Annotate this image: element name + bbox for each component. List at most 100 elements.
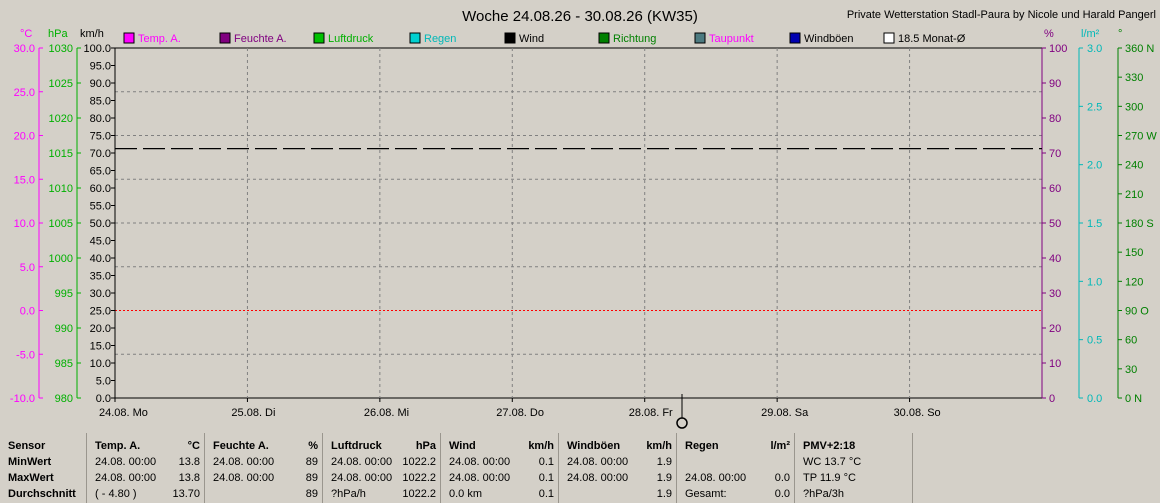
direction-axis-tick-label: 270 W	[1125, 131, 1157, 143]
direction-axis-tick-label: 30	[1125, 364, 1137, 376]
stats-col-empty	[912, 433, 1160, 503]
x-tick-label: 30.08. So	[894, 407, 941, 419]
humidity-axis-tick-label: 50	[1049, 218, 1061, 230]
wind-axis-tick-label: 80.0	[90, 113, 111, 125]
stats-time: 24.08. 00:00	[331, 456, 393, 468]
humidity-axis-unit: %	[1044, 28, 1054, 40]
legend-swatch	[789, 32, 801, 44]
direction-axis-unit: °	[1118, 28, 1122, 40]
pressure-axis-tick-label: 1010	[49, 183, 73, 195]
pressure-axis-tick-label: 985	[55, 358, 73, 370]
wind-axis-tick-label: 75.0	[90, 131, 111, 143]
legend-swatch	[123, 32, 135, 44]
stats-time: 24.08. 00:00	[449, 456, 511, 468]
weather-chart: Woche 24.08.26 - 30.08.26 (KW35) Private…	[10, 8, 1157, 429]
stats-value: 1.9	[656, 456, 672, 468]
stats-time: 24.08. 00:00	[449, 472, 511, 484]
legend-swatch	[504, 32, 516, 44]
temp-axis-tick-label: 0.0	[20, 306, 35, 318]
direction-axis-tick-label: 240	[1125, 160, 1143, 172]
wind-axis-tick-label: 25.0	[90, 306, 111, 318]
pressure-axis-tick-label: 1020	[49, 113, 73, 125]
wind-axis-tick-label: 90.0	[90, 78, 111, 90]
humidity-axis-tick-label: 10	[1049, 358, 1061, 370]
wind-axis-tick-label: 20.0	[90, 323, 111, 335]
pressure-axis-unit: hPa	[48, 28, 68, 40]
pressure-axis-tick-label: 1030	[49, 43, 73, 55]
stats-col-gust: Windböen km/h 24.08. 00:00 1.9 24.08. 00…	[558, 433, 677, 503]
stats-unit: hPa	[415, 440, 436, 452]
x-tick-label: 28.08. Fr	[629, 407, 673, 419]
wind-axis-tick-label: 40.0	[90, 253, 111, 265]
legend: Temp. A. Feuchte A. Luftdruck Regen Wind Rich…	[123, 32, 966, 45]
stats-header: Luftdruck	[331, 440, 382, 452]
rain-axis-tick-label: 0.0	[1087, 393, 1102, 405]
direction-axis-tick-label: 210	[1125, 189, 1143, 201]
wind-axis-tick-label: 50.0	[90, 218, 111, 230]
stats-unit: %	[308, 440, 318, 452]
pressure-axis-tick-label: 990	[55, 323, 73, 335]
humidity-axis-tick-label: 70	[1049, 148, 1061, 160]
stats-row-label: Durchschnitt	[8, 488, 76, 500]
pressure-axis-tick-label: 1000	[49, 253, 73, 265]
stats-windchill: WC 13.7 °C	[803, 456, 862, 468]
stats-value: 89	[305, 456, 318, 468]
stats-unit: °C	[187, 440, 200, 452]
pressure-axis-tick-label: 995	[55, 288, 73, 300]
x-tick-label: 24.08. Mo	[99, 407, 148, 419]
stats-header: Wind	[449, 440, 476, 452]
stats-note: Gesamt:	[685, 488, 727, 500]
stats-header: Temp. A.	[95, 440, 141, 452]
stats-value: 1022.2	[402, 456, 436, 468]
stats-header: Regen	[685, 440, 719, 452]
stats-value: 89	[305, 472, 318, 484]
direction-axis-tick-label: 180 S	[1125, 218, 1154, 230]
direction-axis-tick-label: 60	[1125, 335, 1137, 347]
stats-time: 24.08. 00:00	[213, 472, 275, 484]
direction-axis-tick-label: 360 N	[1125, 43, 1154, 55]
temp-axis-tick-label: 20.0	[14, 131, 35, 143]
chart-title: Woche 24.08.26 - 30.08.26 (KW35)	[462, 8, 698, 25]
stats-time: 24.08. 00:00	[331, 472, 393, 484]
wind-axis-tick-label: 10.0	[90, 358, 111, 370]
stats-note: 0.0 km	[449, 488, 483, 500]
stats-value: 1022.2	[402, 488, 436, 500]
stats-row-label: MaxWert	[8, 472, 54, 484]
statistics-table: Sensor MinWert MaxWert Durchschnitt Temp…	[0, 431, 1160, 503]
pressure-axis-tick-label: 1015	[49, 148, 73, 160]
temp-axis-tick-label: 15.0	[14, 174, 35, 186]
stats-header: Feuchte A.	[213, 440, 269, 452]
stats-pressure-trend: ?hPa/3h	[803, 488, 844, 500]
stats-value: 1.9	[656, 488, 672, 500]
temp-axis-tick-label: -5.0	[16, 349, 35, 361]
legend-label: 18.5 Monat-Ø	[898, 33, 966, 45]
wind-axis-tick-label: 100.0	[83, 43, 111, 55]
pressure-axis-tick-label: 980	[55, 393, 73, 405]
stats-col-wind: Wind km/h 24.08. 00:00 0.1 24.08. 00:00 …	[440, 433, 559, 503]
scroll-marker[interactable]	[676, 394, 688, 429]
rain-axis-tick-label: 1.0	[1087, 276, 1102, 288]
stats-unit: km/h	[528, 440, 554, 452]
legend-label: Feuchte A.	[234, 33, 287, 45]
direction-axis-tick-label: 330	[1125, 72, 1143, 84]
stats-header: Windböen	[567, 440, 621, 452]
stats-value: 0.0	[774, 472, 790, 484]
legend-swatch	[409, 32, 421, 44]
stats-header: PMV+2:18	[803, 440, 856, 452]
direction-axis-tick-label: 150	[1125, 247, 1143, 259]
temp-axis-tick-label: 10.0	[14, 218, 35, 230]
wind-axis-tick-label: 35.0	[90, 271, 111, 283]
stats-header: Sensor	[8, 440, 46, 452]
stats-col-rain: Regen l/m² 24.08. 00:00 0.0 Gesamt: 0.0	[676, 433, 795, 503]
humidity-axis-tick-label: 0	[1049, 393, 1055, 405]
wind-axis-unit: km/h	[80, 28, 104, 40]
stats-unit: l/m²	[770, 440, 790, 452]
humidity-axis-tick-label: 100	[1049, 43, 1067, 55]
x-tick-label: 26.08. Mi	[364, 407, 409, 419]
position-marker-icon[interactable]	[676, 417, 688, 429]
stats-value: 13.8	[178, 472, 200, 484]
stats-value: 1.9	[656, 472, 672, 484]
legend-label: Taupunkt	[709, 33, 754, 45]
legend-swatch	[219, 32, 231, 44]
rain-axis-tick-label: 2.5	[1087, 101, 1102, 113]
